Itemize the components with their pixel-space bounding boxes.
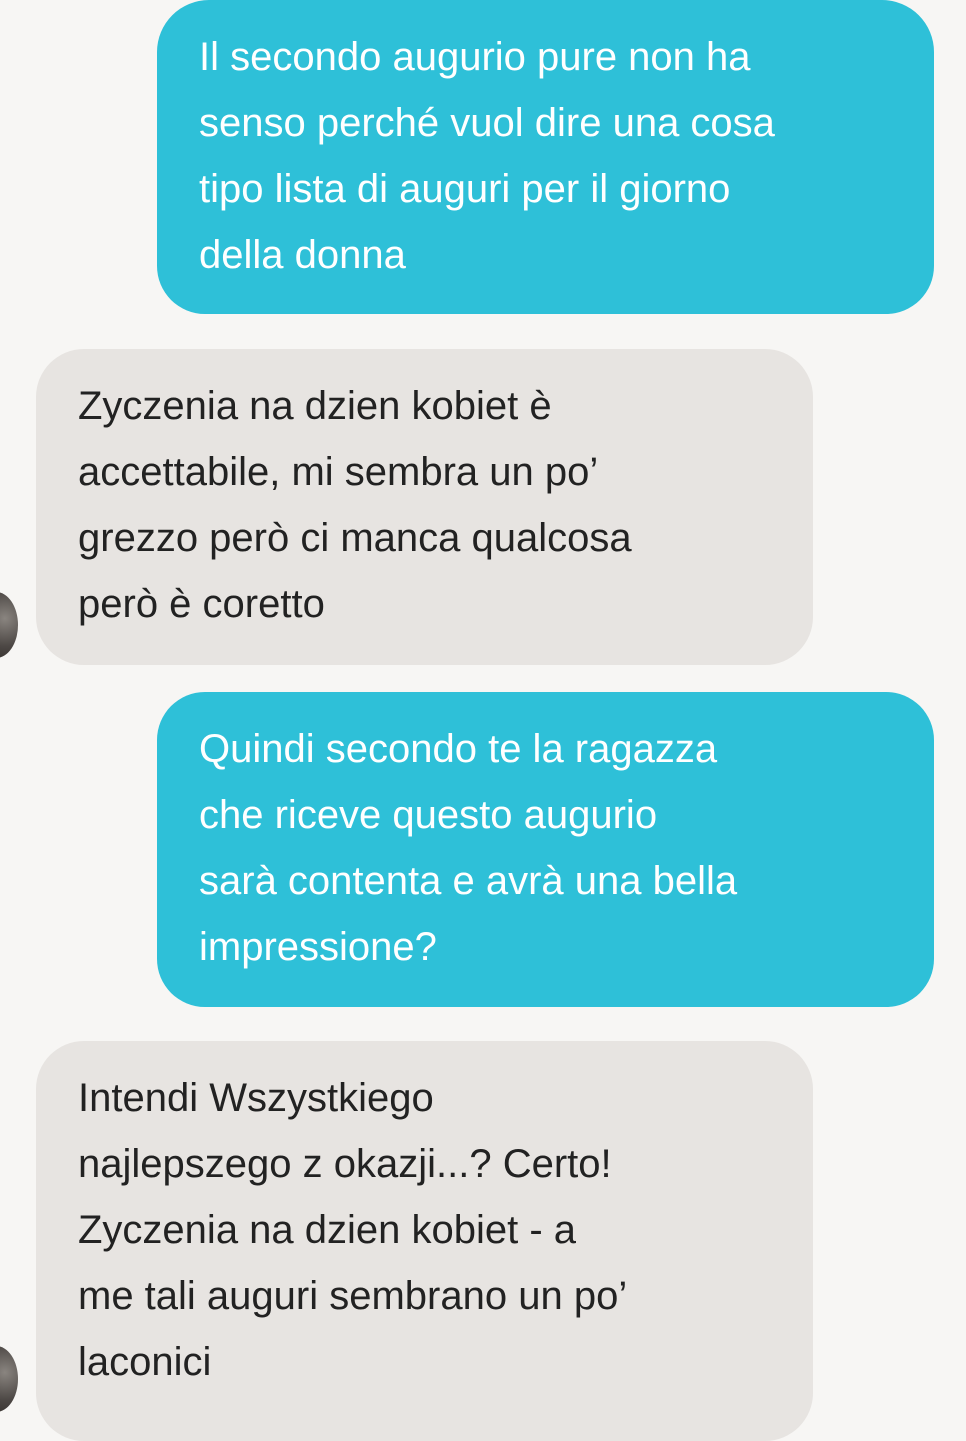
message-bubble-incoming[interactable]: Zyczenia na dzien kobiet è accettabile, … xyxy=(36,349,813,665)
chat-thread: Il secondo augurio pure non ha senso per… xyxy=(0,0,966,1441)
message-bubble-incoming[interactable]: Intendi Wszystkiego najlepszego z okazji… xyxy=(36,1041,813,1441)
contact-avatar[interactable] xyxy=(0,592,18,658)
message-bubble-outgoing[interactable]: Quindi secondo te la ragazza che riceve … xyxy=(157,692,934,1007)
contact-avatar[interactable] xyxy=(0,1346,18,1412)
message-bubble-outgoing[interactable]: Il secondo augurio pure non ha senso per… xyxy=(157,0,934,314)
